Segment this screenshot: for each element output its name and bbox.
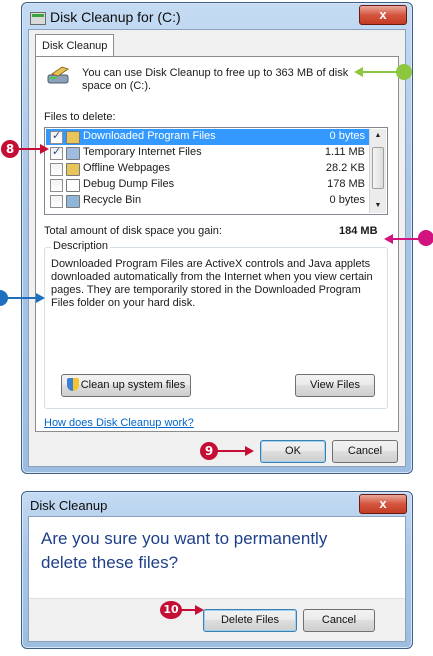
- checked-checkbox[interactable]: [50, 145, 63, 160]
- step-9-line: [217, 450, 245, 452]
- unchecked-checkbox[interactable]: [50, 179, 63, 192]
- document-icon: [66, 147, 80, 160]
- confirm-window-title: Disk Cleanup: [30, 498, 108, 513]
- folder-icon: [66, 131, 80, 144]
- folder-icon: [66, 163, 80, 176]
- file-name: Recycle Bin: [83, 194, 142, 206]
- delete-files-button[interactable]: Delete Files: [203, 609, 297, 632]
- tab-panel: You can use Disk Cleanup to free up to 3…: [35, 56, 399, 432]
- unchecked-checkbox[interactable]: [50, 195, 63, 208]
- step-10-badge: 10: [160, 601, 182, 619]
- confirm-close-button[interactable]: x: [359, 494, 407, 514]
- file-name: Downloaded Program Files: [83, 130, 216, 142]
- blue-callout-arrowhead: [36, 293, 45, 303]
- files-to-delete-list[interactable]: ▲ ▼ Downloaded Program Files 0 bytes Tempo…: [44, 127, 388, 215]
- file-row[interactable]: Offline Webpages 28.2 KB: [46, 161, 369, 177]
- file-size: 178 MB: [327, 178, 365, 190]
- total-space-value: 184 MB: [339, 225, 378, 237]
- checked-checkbox[interactable]: [50, 129, 63, 144]
- cancel-button[interactable]: Cancel: [332, 440, 398, 463]
- step-10-arrowhead: [195, 605, 204, 615]
- file-size: 0 bytes: [329, 194, 365, 206]
- file-name: Offline Webpages: [83, 162, 171, 174]
- dialog-client-area: Disk Cleanup You can use Disk Cleanup to…: [28, 29, 406, 467]
- disk-cleanup-app-icon: [30, 12, 46, 25]
- recycle-bin-icon: [66, 195, 80, 208]
- scroll-thumb[interactable]: [372, 147, 384, 189]
- confirm-question: Are you sure you want to permanently del…: [41, 529, 328, 572]
- clean-up-system-files-button[interactable]: Clean up system files: [61, 374, 191, 397]
- intro-text-line2: space on (C:).: [82, 80, 152, 92]
- clean-up-system-files-label: Clean up system files: [80, 379, 186, 391]
- disk-cleanup-icon: [47, 66, 70, 84]
- step-8-badge: 8: [1, 140, 19, 158]
- blue-callout-line: [6, 297, 36, 299]
- file-size: 0 bytes: [329, 130, 365, 142]
- scroll-up-arrow[interactable]: ▲: [370, 129, 386, 143]
- unchecked-checkbox[interactable]: [50, 163, 63, 176]
- file-row[interactable]: Temporary Internet Files 1.11 MB: [46, 145, 369, 161]
- green-callout-dot: [396, 64, 412, 80]
- files-to-delete-label: Files to delete:: [44, 111, 116, 123]
- ok-button[interactable]: OK: [260, 440, 326, 463]
- uac-shield-icon: [67, 378, 79, 391]
- description-legend: Description: [51, 240, 111, 252]
- step-9-arrowhead: [245, 446, 254, 456]
- file-size: 28.2 KB: [325, 162, 365, 174]
- file-name: Temporary Internet Files: [83, 146, 202, 158]
- close-button[interactable]: x: [359, 5, 407, 25]
- green-callout-arrowhead: [354, 67, 363, 77]
- scroll-down-arrow[interactable]: ▼: [370, 199, 386, 213]
- confirm-delete-window: Disk Cleanup x Are you sure you want to …: [21, 491, 413, 649]
- intro-text: You can use Disk Cleanup to free up to 3…: [82, 67, 349, 79]
- total-space-label: Total amount of disk space you gain:: [44, 225, 222, 237]
- step-8-arrowhead: [40, 144, 49, 154]
- confirm-cancel-button[interactable]: Cancel: [303, 609, 375, 632]
- magenta-callout-arrowhead: [384, 234, 393, 244]
- step-8-line: [18, 148, 40, 150]
- file-size: 1.11 MB: [324, 146, 365, 158]
- file-row[interactable]: Debug Dump Files 178 MB: [46, 177, 369, 193]
- list-scrollbar[interactable]: ▲ ▼: [369, 129, 386, 213]
- confirm-client-area: Are you sure you want to permanently del…: [28, 516, 406, 642]
- description-group: Description Downloaded Program Files are…: [44, 240, 388, 409]
- window-title: Disk Cleanup for (C:): [50, 9, 181, 25]
- how-does-disk-cleanup-work-link[interactable]: How does Disk Cleanup work?: [44, 417, 194, 429]
- step-10-line: [181, 609, 195, 611]
- tab-disk-cleanup[interactable]: Disk Cleanup: [35, 34, 115, 57]
- magenta-callout-dot: [418, 230, 433, 246]
- file-name: Debug Dump Files: [83, 178, 175, 190]
- file-row[interactable]: Recycle Bin 0 bytes: [46, 193, 369, 209]
- view-files-button[interactable]: View Files: [295, 374, 375, 397]
- blank-icon: [66, 179, 80, 192]
- file-row[interactable]: Downloaded Program Files 0 bytes: [46, 129, 369, 145]
- description-text: Downloaded Program Files are ActiveX con…: [51, 258, 373, 309]
- step-9-badge: 9: [200, 442, 218, 460]
